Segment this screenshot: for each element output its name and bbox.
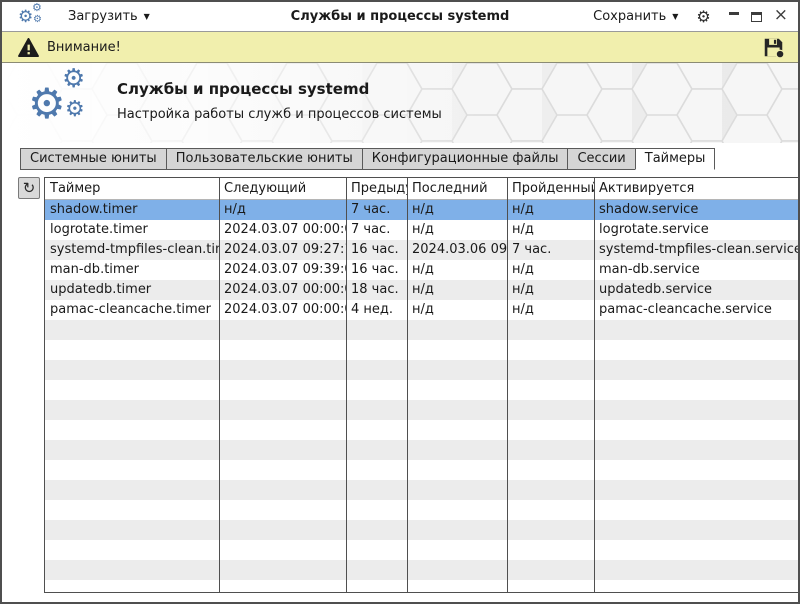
warning-bar: Внимание! — [2, 32, 798, 63]
load-button-label: Загрузить — [68, 9, 138, 24]
cell-prev: 7 час. — [346, 220, 407, 240]
tab-2[interactable]: Конфигурационные файлы — [362, 148, 569, 170]
table-row[interactable]: logrotate.timer2024.03.07 00:00:007 час.… — [45, 220, 800, 240]
cell-passed: н/д — [507, 280, 594, 300]
cell-next: 2024.03.07 00:00:00 — [219, 300, 346, 320]
header-banner: ⚙ ⚙ ⚙ Службы и процессы systemd Настройк… — [2, 63, 798, 143]
cell-timer: shadow.timer — [45, 200, 219, 220]
cell-timer: pamac-cleancache.timer — [45, 300, 219, 320]
table-header: Таймер Следующий Предыдущий Последний Пр… — [45, 178, 800, 200]
cell-activates: man-db.service — [594, 260, 800, 280]
column-header-activates[interactable]: Активируется — [594, 178, 800, 199]
column-header-last[interactable]: Последний — [407, 178, 507, 199]
save-report-icon[interactable] — [763, 37, 784, 58]
cell-prev: 4 нед. — [346, 300, 407, 320]
page-title: Службы и процессы systemd — [117, 80, 369, 98]
cell-next: н/д — [219, 200, 346, 220]
load-button[interactable]: Загрузить ▼ — [68, 9, 150, 24]
cell-last: н/д — [407, 260, 507, 280]
timers-table: Таймер Следующий Предыдущий Последний Пр… — [44, 177, 800, 593]
save-button-label: Сохранить — [593, 9, 666, 24]
cell-next: 2024.03.07 09:39:00 — [219, 260, 346, 280]
cell-passed: н/д — [507, 200, 594, 220]
column-header-passed[interactable]: Пройденный — [507, 178, 594, 199]
warning-text: Внимание! — [47, 40, 121, 55]
warning-triangle-icon — [18, 38, 39, 57]
table-row[interactable]: updatedb.timer2024.03.07 00:00:0018 час.… — [45, 280, 800, 300]
cell-activates: systemd-tmpfiles-clean.service — [594, 240, 800, 260]
tab-3[interactable]: Сессии — [567, 148, 635, 170]
app-logo-gears-icon: ⚙ ⚙ ⚙ — [28, 73, 94, 133]
table-row[interactable]: pamac-cleancache.timer2024.03.07 00:00:0… — [45, 300, 800, 320]
cell-prev: 16 час. — [346, 240, 407, 260]
table-row[interactable]: systemd-tmpfiles-clean.timer2024.03.07 0… — [45, 240, 800, 260]
cell-prev: 18 час. — [346, 280, 407, 300]
cell-prev: 7 час. — [346, 200, 407, 220]
page-subtitle: Настройка работы служб и процессов систе… — [117, 107, 442, 122]
maximize-button[interactable] — [751, 12, 762, 22]
table-rows: shadow.timerн/д7 час.н/дн/дshadow.servic… — [45, 200, 800, 320]
minimize-button[interactable] — [729, 12, 739, 15]
table-row[interactable]: man-db.timer2024.03.07 09:39:0016 час.н/… — [45, 260, 800, 280]
cell-next: 2024.03.07 00:00:00 — [219, 280, 346, 300]
cell-passed: н/д — [507, 260, 594, 280]
cell-activates: pamac-cleancache.service — [594, 300, 800, 320]
chevron-down-icon: ▼ — [672, 12, 678, 21]
cell-timer: logrotate.timer — [45, 220, 219, 240]
cell-passed: 7 час. — [507, 240, 594, 260]
app-gears-icon: ⚙ ⚙ ⚙ — [18, 5, 46, 29]
tab-1[interactable]: Пользовательские юниты — [166, 148, 363, 170]
cell-timer: updatedb.timer — [45, 280, 219, 300]
tab-bar: Системные юнитыПользовательские юнитыКон… — [2, 143, 798, 170]
cell-last: 2024.03.06 09:27:19 — [407, 240, 507, 260]
cell-activates: updatedb.service — [594, 280, 800, 300]
cell-timer: man-db.timer — [45, 260, 219, 280]
tab-4[interactable]: Таймеры — [635, 148, 716, 170]
cell-timer: systemd-tmpfiles-clean.timer — [45, 240, 219, 260]
content-area: ↻ Таймер Следующий Предыдущий Последний … — [2, 170, 798, 602]
settings-gear-icon[interactable]: ⚙ — [696, 9, 710, 25]
cell-prev: 16 час. — [346, 260, 407, 280]
app-window: ⚙ ⚙ ⚙ Загрузить ▼ Службы и процессы syst… — [0, 0, 800, 604]
save-button[interactable]: Сохранить ▼ — [593, 9, 678, 24]
cell-next: 2024.03.07 00:00:00 — [219, 220, 346, 240]
cell-activates: shadow.service — [594, 200, 800, 220]
column-header-next[interactable]: Следующий — [219, 178, 346, 199]
column-header-previous[interactable]: Предыдущий — [346, 178, 407, 199]
cell-next: 2024.03.07 09:27:19 — [219, 240, 346, 260]
close-button[interactable]: × — [774, 7, 788, 24]
refresh-button[interactable]: ↻ — [18, 177, 40, 199]
table-empty-area — [45, 320, 800, 592]
titlebar: ⚙ ⚙ ⚙ Загрузить ▼ Службы и процессы syst… — [2, 2, 798, 32]
cell-last: н/д — [407, 300, 507, 320]
cell-last: н/д — [407, 220, 507, 240]
column-header-timer[interactable]: Таймер — [45, 178, 219, 199]
cell-last: н/д — [407, 280, 507, 300]
cell-activates: logrotate.service — [594, 220, 800, 240]
table-body: Таймер Следующий Предыдущий Последний Пр… — [45, 178, 800, 592]
cell-last: н/д — [407, 200, 507, 220]
table-row[interactable]: shadow.timerн/д7 час.н/дн/дshadow.servic… — [45, 200, 800, 220]
cell-passed: н/д — [507, 220, 594, 240]
cell-passed: н/д — [507, 300, 594, 320]
chevron-down-icon: ▼ — [144, 12, 150, 21]
tab-0[interactable]: Системные юниты — [20, 148, 167, 170]
